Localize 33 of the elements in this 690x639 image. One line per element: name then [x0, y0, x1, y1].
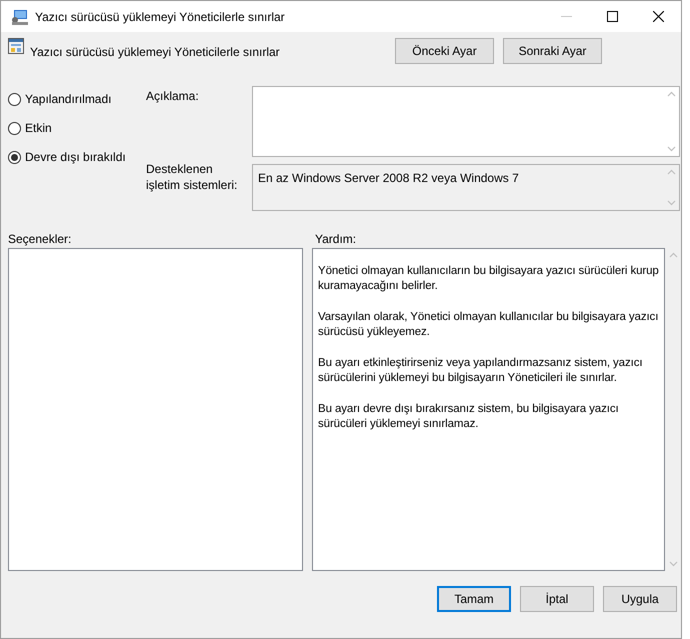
supported-text: En az Windows Server 2008 R2 veya Windows 7 [258, 171, 519, 185]
supported-label: Desteklenen işletim sistemleri: [146, 161, 238, 193]
dialog-button[interactable]: Uygula [603, 586, 677, 612]
radio-label[interactable]: Etkin [25, 119, 52, 137]
radio-button[interactable] [8, 122, 21, 134]
scroll-up-icon[interactable] [668, 252, 678, 258]
radio-button[interactable] [8, 92, 21, 106]
scroll-up-icon[interactable] [666, 169, 676, 175]
help-paragraph: Yönetici olmayan kullanıcıların bu bilgisayara yazıcı sürücüleri kurup kuramayacağını belirler. [318, 264, 659, 294]
close-icon[interactable] [652, 11, 664, 22]
maximize-icon[interactable] [606, 11, 618, 22]
help-paragraph: Varsayılan olarak, Yönetici olmayan kullanıcılar bu bilgisayara yazıcı sürücüsü yükleyemez. [318, 310, 659, 340]
dialog-button[interactable]: Tamam [437, 586, 511, 612]
radio-label[interactable]: Devre dışı bırakıldı [25, 148, 126, 166]
window-title: Yazıcı sürücüsü yüklemeyi Yöneticilerle sınırlar [35, 8, 286, 26]
scroll-down-icon[interactable] [666, 146, 676, 152]
dialog-button[interactable]: İptal [520, 586, 594, 612]
nav-button[interactable]: Önceki Ayar [395, 38, 494, 64]
radio-label[interactable]: Yapılandırılmadı [25, 90, 112, 108]
options-label: Seçenekler: [8, 231, 72, 246]
policy-title: Yazıcı sürücüsü yüklemeyi Yöneticilerle sınırlar [30, 44, 281, 61]
help-label: Yardım: [315, 231, 356, 246]
policy-icon [8, 38, 24, 54]
help-paragraph: Bu ayarı devre dışı bırakırsanız sistem, bu bilgisayara yazıcı sürücüleri yüklemeyi sınırlamaz. [318, 402, 620, 432]
description-field[interactable] [252, 86, 680, 157]
computer-user-icon [11, 8, 29, 24]
scroll-up-icon[interactable] [666, 91, 676, 97]
description-label: Açıklama: [146, 88, 200, 105]
help-paragraph: Bu ayarı etkinleştirirseniz veya yapılandırmazsanız sistem, yazıcı sürücülerini yüklemeyi bu bilgisayarın Yöneticileri ile sınırlar. [318, 356, 644, 386]
radio-button[interactable] [8, 150, 21, 164]
scroll-down-icon[interactable] [668, 561, 678, 567]
nav-button[interactable]: Sonraki Ayar [503, 38, 602, 64]
scroll-down-icon[interactable] [666, 200, 676, 206]
